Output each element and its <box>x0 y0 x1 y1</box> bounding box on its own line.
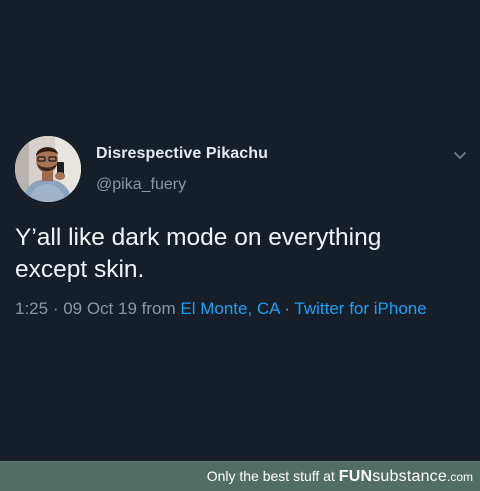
chevron-down-icon[interactable] <box>452 147 468 163</box>
from-label: from <box>136 299 181 318</box>
location-link[interactable]: El Monte, CA <box>180 299 279 318</box>
watermark-footer: Only the best stuff at FUNsubstance.com <box>0 461 480 491</box>
tweet-text: Y’all like dark mode on everything excep… <box>15 224 382 283</box>
footer-watermark: Only the best stuff at FUNsubstance.com <box>207 468 473 486</box>
avatar[interactable] <box>15 136 81 202</box>
display-name[interactable]: Disrespective Pikachu <box>96 145 268 163</box>
tweet-time[interactable]: 1:25 <box>15 299 48 318</box>
source-link[interactable]: Twitter for iPhone <box>294 299 426 318</box>
brand-bold: FUN <box>338 468 373 485</box>
avatar-image <box>15 136 81 202</box>
brand-light: substance <box>372 468 447 485</box>
tweet-meta: 1:25 · 09 Oct 19 from El Monte, CA · Twi… <box>15 299 427 319</box>
tweet-date[interactable]: 09 Oct 19 <box>63 299 137 318</box>
user-handle[interactable]: @pika_fuery <box>96 176 186 194</box>
brand-tld: .com <box>446 470 473 484</box>
meta-separator: · <box>48 299 64 318</box>
footer-tagline: Only the best stuff at <box>206 468 339 484</box>
tweet-card: Disrespective Pikachu @pika_fuery Y’all … <box>0 0 480 461</box>
meta-separator: · <box>279 299 295 318</box>
